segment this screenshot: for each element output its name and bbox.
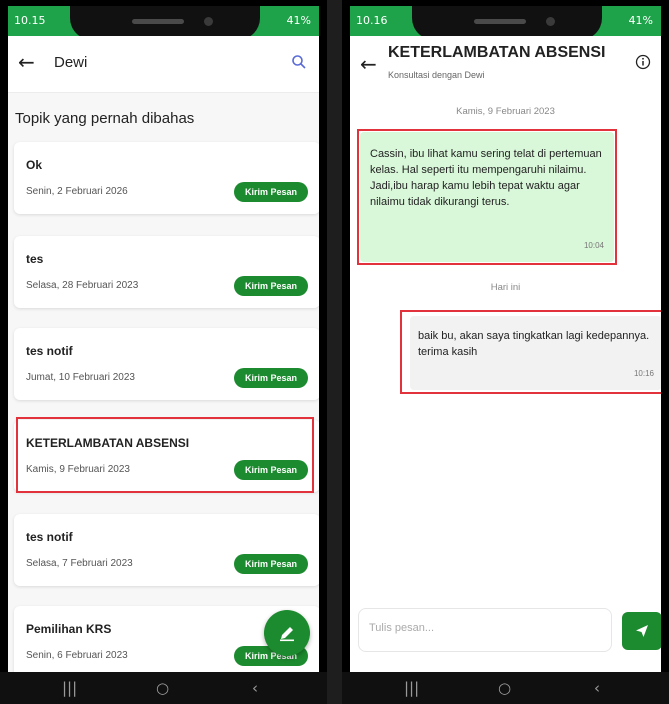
topic-title: tes notif: [26, 530, 73, 544]
topic-date: Selasa, 7 Februari 2023: [26, 558, 133, 569]
home-icon[interactable]: ○: [156, 679, 169, 697]
chat-screen: ← KETERLAMBATAN ABSENSI Konsultasi denga…: [350, 36, 661, 672]
chat-subtitle: Konsultasi dengan Dewi: [388, 70, 485, 80]
app-bar: ← Dewi: [8, 36, 319, 93]
topic-date: Jumat, 10 Februari 2023: [26, 372, 135, 383]
topic-card[interactable]: Ok Senin, 2 Februari 2026 Kirim Pesan: [14, 142, 319, 214]
back-icon[interactable]: ‹: [594, 679, 600, 697]
send-message-button[interactable]: Kirim Pesan: [234, 554, 308, 574]
send-icon: [636, 625, 648, 637]
battery-level: 41%: [628, 14, 653, 27]
date-separator: Kamis, 9 Februari 2023: [456, 106, 555, 117]
recent-apps-icon[interactable]: |||: [62, 679, 77, 697]
phone-notch: [412, 6, 602, 40]
topic-title: tes notif: [26, 344, 73, 358]
date-separator: Hari ini: [490, 282, 521, 293]
new-topic-fab[interactable]: [264, 610, 310, 656]
topic-date: Senin, 6 Februari 2023: [26, 650, 128, 661]
status-time: 10.16: [356, 14, 388, 27]
section-title: Topik yang pernah dibahas: [15, 110, 195, 127]
chat-title: KETERLAMBATAN ABSENSI: [388, 44, 606, 61]
topic-date: Selasa, 28 Februari 2023: [26, 280, 139, 291]
topic-card[interactable]: tes notif Selasa, 7 Februari 2023 Kirim …: [14, 514, 319, 586]
send-message-button[interactable]: Kirim Pesan: [234, 368, 308, 388]
topic-card[interactable]: tes Selasa, 28 Februari 2023 Kirim Pesan: [14, 236, 319, 308]
pencil-icon: [280, 627, 294, 642]
info-icon[interactable]: [635, 54, 651, 74]
system-nav-bar: ||| ○ ‹: [342, 672, 669, 704]
system-nav-bar: ||| ○ ‹: [0, 672, 327, 704]
back-arrow-icon[interactable]: ←: [360, 52, 377, 76]
status-time: 10.15: [14, 14, 46, 27]
phone-right: 10.16 41% ← KETERLAMBATAN ABSENSI Konsul…: [342, 0, 669, 704]
chat-header: ← KETERLAMBATAN ABSENSI Konsultasi denga…: [350, 36, 661, 96]
topic-title: Pemilihan KRS: [26, 622, 112, 636]
message-input-container: [358, 608, 612, 652]
home-icon[interactable]: ○: [498, 679, 511, 697]
message-input[interactable]: [367, 621, 607, 635]
highlight-box: [16, 417, 314, 493]
send-message-button[interactable]: Kirim Pesan: [234, 182, 308, 202]
topic-list-screen: ← Dewi Topik yang pernah dibahas Ok Seni…: [8, 36, 319, 672]
page-title: Dewi: [54, 54, 88, 71]
highlight-box: [357, 129, 617, 265]
topic-title: Ok: [26, 158, 43, 172]
send-button[interactable]: [622, 612, 661, 650]
recent-apps-icon[interactable]: |||: [404, 679, 419, 697]
phone-notch: [70, 6, 260, 40]
topic-title: tes: [26, 252, 44, 266]
back-arrow-icon[interactable]: ←: [18, 50, 35, 74]
topic-card[interactable]: tes notif Jumat, 10 Februari 2023 Kirim …: [14, 328, 319, 400]
battery-level: 41%: [286, 14, 311, 27]
back-icon[interactable]: ‹: [252, 679, 258, 697]
search-icon[interactable]: [291, 54, 307, 74]
send-message-button[interactable]: Kirim Pesan: [234, 276, 308, 296]
highlight-box: [400, 310, 661, 394]
phone-left: 10.15 41% ← Dewi Topik yang pernah dibah…: [0, 0, 327, 704]
topic-date: Senin, 2 Februari 2026: [26, 186, 128, 197]
